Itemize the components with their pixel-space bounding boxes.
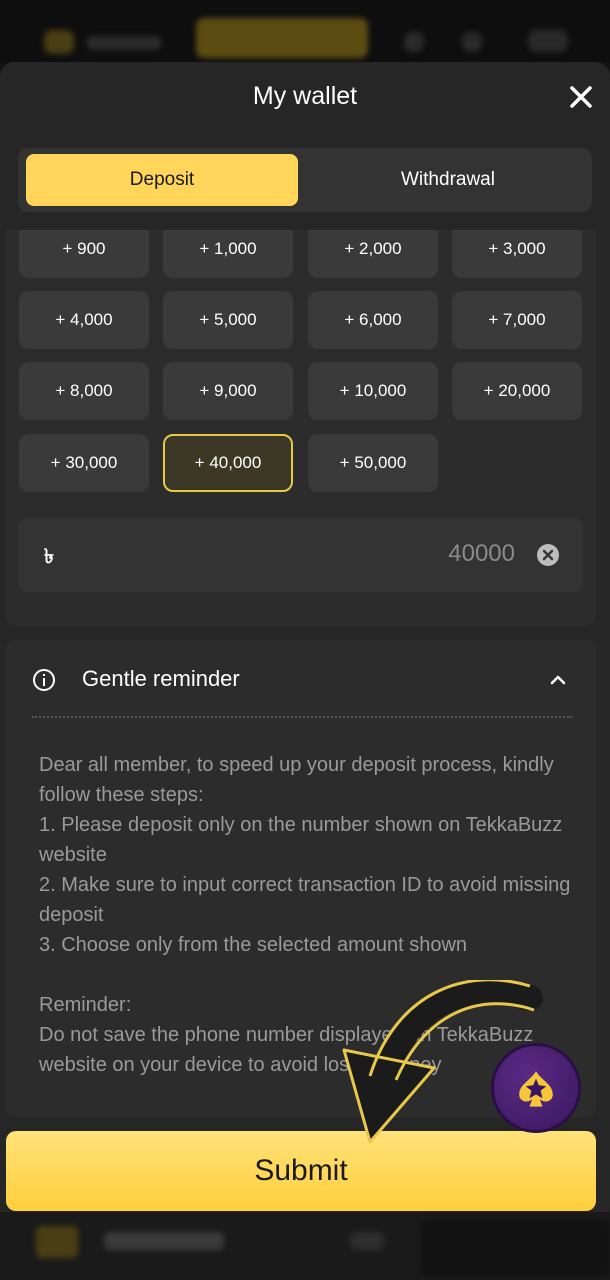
amount-button[interactable]: + 5,000 [163, 291, 293, 349]
support-chat-button[interactable] [494, 1046, 578, 1130]
reminder-line: 2. Make sure to input correct transactio… [39, 874, 571, 926]
clear-icon[interactable] [537, 544, 559, 566]
tab-deposit[interactable]: Deposit [26, 154, 298, 206]
amount-input[interactable]: ৳ 40000 [18, 518, 583, 592]
amount-button[interactable]: + 50,000 [308, 434, 438, 492]
spade-logo-icon [519, 1071, 553, 1107]
divider [32, 716, 572, 718]
close-icon [570, 86, 592, 108]
chevron-up-icon[interactable] [548, 670, 568, 690]
amount-button[interactable]: + 8,000 [19, 362, 149, 420]
reminder-title: Gentle reminder [82, 666, 240, 691]
tab-withdrawal[interactable]: Withdrawal [312, 154, 584, 206]
submit-button[interactable]: Submit [6, 1131, 596, 1211]
amount-button[interactable]: + 7,000 [452, 291, 582, 349]
wallet-tabs: Deposit Withdrawal [18, 148, 592, 212]
amount-value: 40000 [448, 540, 515, 567]
reminder-text: Dear all member, to speed up your deposi… [39, 750, 579, 1080]
amount-button[interactable]: + 4,000 [19, 291, 149, 349]
close-button[interactable] [566, 82, 596, 112]
amount-button[interactable]: + 9,000 [163, 362, 293, 420]
reminder-label: Reminder: [39, 994, 132, 1016]
amount-button[interactable]: + 3,000 [452, 230, 582, 278]
amount-button[interactable]: + 10,000 [308, 362, 438, 420]
reminder-line: 3. Choose only from the selected amount … [39, 934, 468, 956]
reminder-line: Dear all member, to speed up your deposi… [39, 754, 554, 806]
amount-panel: + 900 + 1,000 + 2,000 + 3,000 + 4,000 + … [6, 230, 596, 626]
amount-button-selected[interactable]: + 40,000 [163, 434, 293, 492]
wallet-sheet: My wallet Deposit Withdrawal + 900 + 1,0… [0, 62, 610, 1212]
amount-button[interactable]: + 20,000 [452, 362, 582, 420]
amount-button[interactable]: + 6,000 [308, 291, 438, 349]
gentle-reminder-panel: Gentle reminder Dear all member, to spee… [6, 640, 596, 1118]
background-footer-blurred [0, 1212, 610, 1280]
amount-button[interactable]: + 900 [19, 230, 149, 278]
page-title: My wallet [252, 82, 358, 110]
amount-button[interactable]: + 30,000 [19, 434, 149, 492]
amount-button[interactable]: + 1,000 [163, 230, 293, 278]
currency-symbol: ৳ [44, 546, 54, 568]
reminder-line: 1. Please deposit only on the number sho… [39, 814, 563, 866]
amount-button[interactable]: + 2,000 [308, 230, 438, 278]
background-header-blurred [0, 0, 610, 62]
info-icon [33, 669, 55, 691]
